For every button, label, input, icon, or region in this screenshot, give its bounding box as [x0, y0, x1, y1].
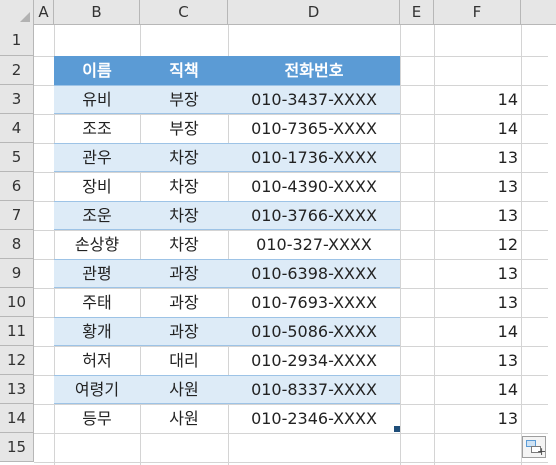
cell-phone[interactable]: 010-2934-XXXX: [228, 346, 400, 375]
cell-f-value[interactable]: 13: [456, 172, 518, 201]
cell-f-value[interactable]: 13: [456, 346, 518, 375]
cell-phone[interactable]: 010-1736-XXXX: [228, 143, 400, 172]
cell-title[interactable]: 사원: [140, 404, 228, 433]
cell-title[interactable]: 사원: [140, 375, 228, 404]
column-header-a[interactable]: A: [34, 0, 54, 25]
cell-name[interactable]: 황개: [54, 317, 140, 346]
cell-name[interactable]: 장비: [54, 172, 140, 201]
column-header-d[interactable]: D: [228, 0, 400, 25]
cell-name[interactable]: 주태: [54, 288, 140, 317]
row-header-14[interactable]: 14: [0, 404, 34, 433]
grid-column-line: [400, 25, 401, 465]
cell-name[interactable]: 유비: [54, 85, 140, 114]
quick-analysis-button[interactable]: +: [522, 436, 546, 458]
row-header-3[interactable]: 3: [0, 85, 34, 114]
cell-phone[interactable]: 010-8337-XXXX: [228, 375, 400, 404]
cell-title[interactable]: 부장: [140, 85, 228, 114]
cell-f-value[interactable]: 13: [456, 259, 518, 288]
cell-f-value[interactable]: 14: [456, 317, 518, 346]
cell-title[interactable]: 대리: [140, 346, 228, 375]
grid-row-line: [34, 462, 556, 463]
cell-name[interactable]: 여령기: [54, 375, 140, 404]
row-header-11[interactable]: 11: [0, 317, 34, 346]
row-header-9[interactable]: 9: [0, 259, 34, 288]
row-header-6[interactable]: 6: [0, 172, 34, 201]
cell-name[interactable]: 조운: [54, 201, 140, 230]
cell-phone[interactable]: 010-3766-XXXX: [228, 201, 400, 230]
cell-name[interactable]: 관평: [54, 259, 140, 288]
column-header-e[interactable]: E: [400, 0, 434, 25]
cell-f-value[interactable]: 14: [456, 375, 518, 404]
table-header-phone[interactable]: 전화번호: [228, 56, 400, 85]
cell-f-value[interactable]: 14: [456, 85, 518, 114]
cell-title[interactable]: 차장: [140, 143, 228, 172]
cell-f-value[interactable]: 13: [456, 288, 518, 317]
cell-phone[interactable]: 010-7693-XXXX: [228, 288, 400, 317]
right-edge: [548, 25, 556, 465]
grid-row-line: [34, 433, 556, 434]
quick-analysis-plus-icon: +: [537, 445, 547, 458]
cell-title[interactable]: 과장: [140, 259, 228, 288]
row-header-5[interactable]: 5: [0, 143, 34, 172]
spreadsheet-grid[interactable]: ABCDEF 1 2 3 4 5 6 7 8 9 10 11 12 13 14 15 이름 직책 전화번호 …: [0, 0, 556, 465]
cell-f-value[interactable]: 13: [456, 404, 518, 433]
cell-name[interactable]: 조조: [54, 114, 140, 143]
grid-column-line: [434, 25, 435, 465]
cell-title[interactable]: 부장: [140, 114, 228, 143]
grid-column-line: [521, 25, 522, 465]
row-header-1[interactable]: 1: [0, 25, 34, 56]
cell-name[interactable]: 손상향: [54, 230, 140, 259]
row-header-13[interactable]: 13: [0, 375, 34, 404]
cell-f-value[interactable]: 13: [456, 143, 518, 172]
cell-phone[interactable]: 010-2346-XXXX: [228, 404, 400, 433]
row-header-7[interactable]: 7: [0, 201, 34, 230]
cell-phone[interactable]: 010-327-XXXX: [228, 230, 400, 259]
cell-title[interactable]: 과장: [140, 288, 228, 317]
column-header-b[interactable]: B: [54, 0, 140, 25]
cell-f-value[interactable]: 14: [456, 114, 518, 143]
column-header-c[interactable]: C: [140, 0, 228, 25]
table-resize-handle[interactable]: [394, 426, 400, 432]
table-header-title[interactable]: 직책: [140, 56, 228, 85]
cell-title[interactable]: 차장: [140, 201, 228, 230]
cell-phone[interactable]: 010-3437-XXXX: [228, 85, 400, 114]
cell-title[interactable]: 차장: [140, 172, 228, 201]
cell-title[interactable]: 과장: [140, 317, 228, 346]
row-header-2[interactable]: 2: [0, 56, 34, 85]
cell-name[interactable]: 허저: [54, 346, 140, 375]
cell-phone[interactable]: 010-6398-XXXX: [228, 259, 400, 288]
row-header-10[interactable]: 10: [0, 288, 34, 317]
column-header-f[interactable]: F: [434, 0, 521, 25]
select-all-triangle-icon: [20, 12, 30, 22]
cell-f-value[interactable]: 12: [456, 230, 518, 259]
cell-phone[interactable]: 010-4390-XXXX: [228, 172, 400, 201]
row-header-4[interactable]: 4: [0, 114, 34, 143]
cell-f-value[interactable]: 13: [456, 201, 518, 230]
cell-phone[interactable]: 010-7365-XXXX: [228, 114, 400, 143]
row-header-8[interactable]: 8: [0, 230, 34, 259]
cell-name[interactable]: 관우: [54, 143, 140, 172]
cell-title[interactable]: 차장: [140, 230, 228, 259]
cell-phone[interactable]: 010-5086-XXXX: [228, 317, 400, 346]
row-header-15[interactable]: 15: [0, 433, 34, 462]
row-header-12[interactable]: 12: [0, 346, 34, 375]
table-header-name[interactable]: 이름: [54, 56, 140, 85]
cell-name[interactable]: 등무: [54, 404, 140, 433]
select-all-corner[interactable]: [0, 0, 34, 25]
